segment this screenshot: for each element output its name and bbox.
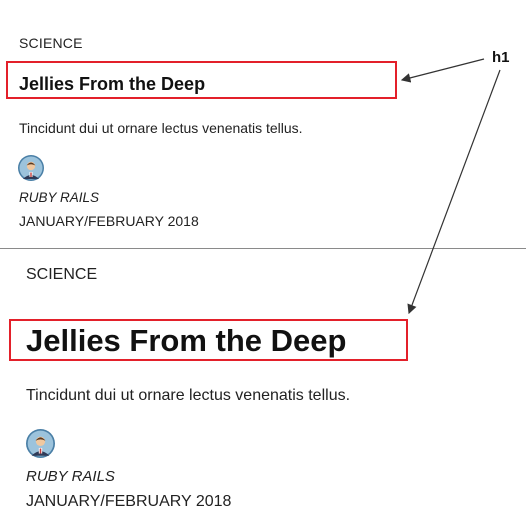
- annotation-arrows: [400, 58, 501, 315]
- arrow-to-small-title: [400, 58, 485, 83]
- arrow-to-large-title: [407, 69, 501, 315]
